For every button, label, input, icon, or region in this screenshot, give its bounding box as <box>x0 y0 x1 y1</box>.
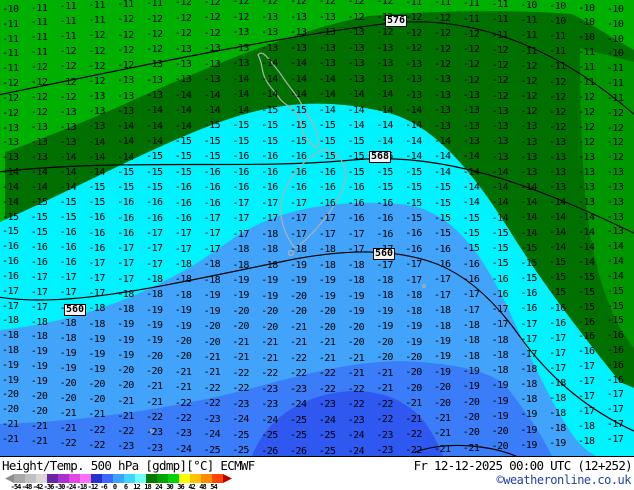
scale-segment <box>168 474 179 483</box>
scale-segment <box>80 474 91 483</box>
scale-segment <box>212 474 223 483</box>
weather-map: -10-11-11-11-11-11-12-12-12-12-12-12-12-… <box>0 0 634 490</box>
valid-datetime: Fr 12-12-2025 00:00 UTC (12+252) <box>414 459 632 473</box>
footer-bar: Height/Temp. 500 hPa [gdmp][°C] ECMWF Fr… <box>0 456 634 490</box>
scale-tick: 42 <box>186 483 197 490</box>
scale-tick: -18 <box>76 483 87 490</box>
contour-label-560: 560 <box>64 304 86 316</box>
scale-segment <box>69 474 80 483</box>
copyright-watermark: ©weatheronline.co.uk <box>497 473 632 487</box>
scale-segment <box>179 474 190 483</box>
scale-tick: -30 <box>54 483 65 490</box>
scale-segment <box>36 474 47 483</box>
scale-tick: -54 <box>10 483 21 490</box>
scale-segment <box>135 474 146 483</box>
contour-label-576: 576 <box>385 15 407 27</box>
scale-segment <box>25 474 36 483</box>
contour-label-560: 560 <box>373 248 395 260</box>
contour-labels: 576 568 560 560 <box>0 0 634 456</box>
chart-title: Height/Temp. 500 hPa [gdmp][°C] ECMWF <box>2 459 255 473</box>
scale-tick: 6 <box>120 483 131 490</box>
contour-label-568: 568 <box>369 151 391 163</box>
scale-segment <box>201 474 212 483</box>
scale-segment <box>113 474 124 483</box>
scale-segment <box>146 474 157 483</box>
scale-tick: 30 <box>164 483 175 490</box>
scale-arrow-right <box>223 474 232 483</box>
scale-segment <box>124 474 135 483</box>
scale-tick: -6 <box>98 483 109 490</box>
scale-tick: -48 <box>21 483 32 490</box>
scale-tick: -36 <box>43 483 54 490</box>
scale-segment <box>190 474 201 483</box>
color-scale-legend <box>5 474 232 483</box>
scale-arrow-left <box>5 474 14 483</box>
scale-segment <box>14 474 25 483</box>
scale-tick: -12 <box>87 483 98 490</box>
scale-tick: 24 <box>153 483 164 490</box>
scale-tick: -42 <box>32 483 43 490</box>
scale-tick: 36 <box>175 483 186 490</box>
scale-tick: 0 <box>109 483 120 490</box>
scale-tick: 48 <box>197 483 208 490</box>
scale-segment <box>47 474 58 483</box>
scale-segment <box>58 474 69 483</box>
scale-segment <box>102 474 113 483</box>
scale-tick: 12 <box>131 483 142 490</box>
scale-tick: 54 <box>208 483 219 490</box>
scale-tick: 18 <box>142 483 153 490</box>
scale-segment <box>91 474 102 483</box>
map-area: -10-11-11-11-11-11-12-12-12-12-12-12-12-… <box>0 0 634 456</box>
scale-segment <box>157 474 168 483</box>
scale-tick-labels: -54-48-42-36-30-24-18-12-606121824303642… <box>10 483 219 490</box>
scale-tick: -24 <box>65 483 76 490</box>
